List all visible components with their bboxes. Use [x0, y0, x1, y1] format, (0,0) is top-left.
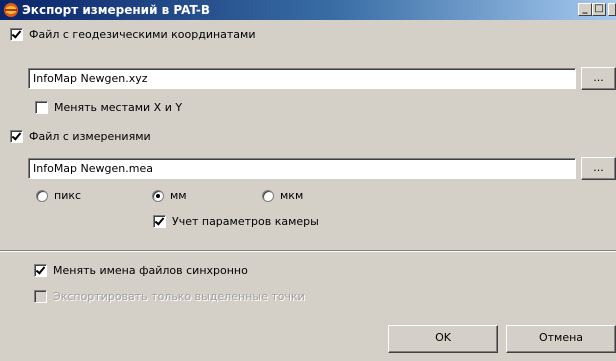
sync-names-checkbox[interactable] [34, 264, 47, 277]
divider [0, 250, 616, 252]
swap-xy-label: Менять местами X и Y [54, 101, 183, 114]
swap-xy-row[interactable]: Менять местами X и Y [35, 101, 182, 114]
meas-file-checkbox[interactable] [10, 130, 23, 143]
sync-names-label: Менять имена файлов синхронно [53, 264, 248, 277]
window-title: Экспорт измерений в PAT-B [22, 3, 211, 17]
close-button[interactable] [608, 3, 616, 16]
geo-file-checkbox-row[interactable]: Файл с геодезическими координатами [10, 28, 256, 41]
sync-names-row[interactable]: Менять имена файлов синхронно [34, 264, 248, 277]
geo-file-checkbox[interactable] [10, 28, 23, 41]
export-selected-checkbox [34, 290, 47, 303]
ok-button[interactable]: OK [388, 325, 498, 353]
meas-file-browse-button[interactable]: ... [581, 157, 616, 180]
minimize-button[interactable]: _ [578, 3, 592, 16]
maximize-button[interactable]: □ [592, 3, 606, 16]
unit-mkm-label: мкм [280, 189, 304, 202]
meas-file-checkbox-row[interactable]: Файл с измерениями [10, 130, 151, 143]
camera-params-label: Учет параметров камеры [172, 215, 319, 228]
unit-mm-radio[interactable] [152, 189, 164, 202]
camera-params-row[interactable]: Учет параметров камеры [153, 215, 319, 228]
geo-file-label: Файл с геодезическими координатами [29, 28, 256, 41]
camera-params-checkbox[interactable] [153, 215, 166, 228]
unit-radio-pix[interactable]: пикс [36, 189, 81, 202]
meas-file-path-input[interactable]: InfoMap Newgen.mea [28, 158, 576, 179]
meas-file-label: Файл с измерениями [29, 130, 151, 143]
geo-file-path-input[interactable]: InfoMap Newgen.xyz [28, 68, 576, 89]
app-icon [4, 3, 18, 17]
title-bar[interactable]: Экспорт измерений в PAT-B _ □ [0, 0, 616, 20]
swap-xy-checkbox[interactable] [35, 101, 48, 114]
cancel-button[interactable]: Отмена [506, 325, 616, 353]
geo-file-browse-button[interactable]: ... [581, 67, 616, 90]
export-selected-label: Экспортировать только выделенные точки [53, 290, 305, 303]
export-selected-row: Экспортировать только выделенные точки [34, 290, 305, 303]
unit-radio-mkm[interactable]: мкм [262, 189, 303, 202]
unit-radio-mm[interactable]: мм [152, 189, 187, 202]
unit-mkm-radio[interactable] [262, 189, 274, 202]
unit-pix-label: пикс [54, 189, 82, 202]
unit-pix-radio[interactable] [36, 189, 48, 202]
unit-mm-label: мм [170, 189, 187, 202]
